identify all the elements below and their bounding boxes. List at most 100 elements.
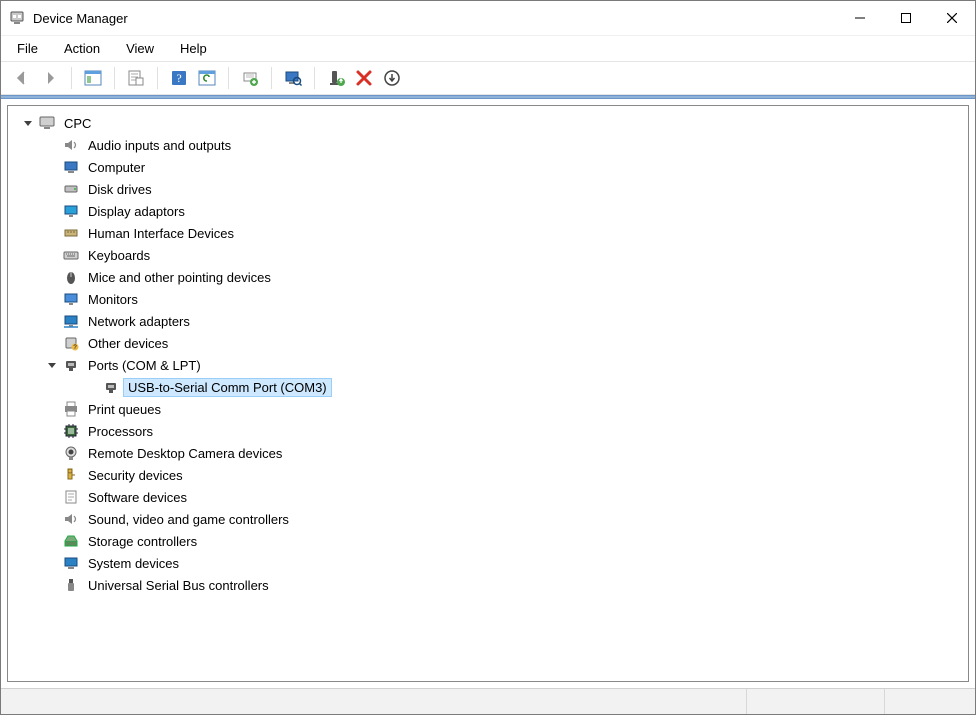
tree-node-computer[interactable]: Computer: [8, 156, 968, 178]
toolbar-help-button[interactable]: ?: [166, 65, 192, 91]
tree-node-mice-and-other-pointing-devices[interactable]: Mice and other pointing devices: [8, 266, 968, 288]
tree-node-security-devices[interactable]: Security devices: [8, 464, 968, 486]
device-tree: CPC Audio inputs and outputs Computer Disk …: [8, 112, 968, 596]
tree-node-processors[interactable]: Processors: [8, 420, 968, 442]
desktop-icon: [62, 158, 80, 176]
menu-file[interactable]: File: [7, 36, 48, 61]
tree-node-audio-inputs-and-outputs[interactable]: Audio inputs and outputs: [8, 134, 968, 156]
tree-node-universal-serial-bus-controllers[interactable]: Universal Serial Bus controllers: [8, 574, 968, 596]
display-icon: [62, 202, 80, 220]
toolbar-enable-button[interactable]: [323, 65, 349, 91]
camera-icon: [62, 444, 80, 462]
menu-view[interactable]: View: [116, 36, 164, 61]
port-icon: [62, 356, 80, 374]
tree-node-human-interface-devices[interactable]: Human Interface Devices: [8, 222, 968, 244]
tree-node-system-devices[interactable]: System devices: [8, 552, 968, 574]
toolbar-add-driver-button[interactable]: [379, 65, 405, 91]
port-icon: [102, 378, 120, 396]
mouse-icon: [62, 268, 80, 286]
tree-node-label: Software devices: [84, 489, 191, 506]
minimize-button[interactable]: [837, 1, 883, 35]
usb-icon: [62, 576, 80, 594]
tree-node-storage-controllers[interactable]: Storage controllers: [8, 530, 968, 552]
title-bar: Device Manager: [1, 1, 975, 35]
keyboard-icon: [62, 246, 80, 264]
tree-node-sound-video-and-game-controllers[interactable]: Sound, video and game controllers: [8, 508, 968, 530]
menu-bar: File Action View Help: [1, 35, 975, 61]
close-button[interactable]: [929, 1, 975, 35]
network-icon: [62, 312, 80, 330]
toolbar-back-button: [9, 65, 35, 91]
device-tree-pane[interactable]: CPC Audio inputs and outputs Computer Disk …: [7, 105, 969, 682]
tree-node-print-queues[interactable]: Print queues: [8, 398, 968, 420]
tree-node-monitors[interactable]: Monitors: [8, 288, 968, 310]
menu-help[interactable]: Help: [170, 36, 217, 61]
tree-node-label: Keyboards: [84, 247, 154, 264]
toolbar: ?: [1, 61, 975, 95]
maximize-button[interactable]: [883, 1, 929, 35]
tree-node-label: Disk drives: [84, 181, 156, 198]
toolbar-update-driver-button[interactable]: [237, 65, 263, 91]
client-area: CPC Audio inputs and outputs Computer Disk …: [1, 99, 975, 688]
printer-icon: [62, 400, 80, 418]
tree-node-label: Processors: [84, 423, 157, 440]
menu-action[interactable]: Action: [54, 36, 110, 61]
tree-node-label: USB-to-Serial Comm Port (COM3): [124, 379, 331, 396]
status-cell-2: [747, 689, 885, 714]
tree-node-label: Storage controllers: [84, 533, 201, 550]
toolbar-uninstall-button[interactable]: [351, 65, 377, 91]
tree-node-label: Print queues: [84, 401, 165, 418]
toolbar-show-tree-button[interactable]: [80, 65, 106, 91]
other-icon: ?: [62, 334, 80, 352]
security-icon: [62, 466, 80, 484]
hid-icon: [62, 224, 80, 242]
tree-node-label: Mice and other pointing devices: [84, 269, 275, 286]
window-title: Device Manager: [33, 11, 128, 26]
software-icon: [62, 488, 80, 506]
tree-node-label: Remote Desktop Camera devices: [84, 445, 286, 462]
monitor-icon: [62, 290, 80, 308]
device-manager-window: Device Manager File Action View Help: [0, 0, 976, 715]
tree-node-cpc[interactable]: CPC: [8, 112, 968, 134]
toolbar-properties-button[interactable]: [123, 65, 149, 91]
tree-node-label: Universal Serial Bus controllers: [84, 577, 273, 594]
tree-node-network-adapters[interactable]: Network adapters: [8, 310, 968, 332]
storage-icon: [62, 532, 80, 550]
speaker-icon: [62, 510, 80, 528]
expand-toggle[interactable]: [22, 117, 34, 129]
toolbar-forward-button: [37, 65, 63, 91]
tree-node-label: CPC: [60, 115, 95, 132]
status-main: [1, 689, 747, 714]
toolbar-refresh-button[interactable]: [194, 65, 220, 91]
tree-node-usb-to-serial-comm-port-com3[interactable]: USB-to-Serial Comm Port (COM3): [8, 376, 968, 398]
tree-node-label: Network adapters: [84, 313, 194, 330]
tree-node-label: Other devices: [84, 335, 172, 352]
app-icon: [9, 10, 25, 26]
speaker-icon: [62, 136, 80, 154]
tree-node-label: Sound, video and game controllers: [84, 511, 293, 528]
tree-node-label: Security devices: [84, 467, 187, 484]
tree-node-label: Computer: [84, 159, 149, 176]
tree-node-label: Ports (COM & LPT): [84, 357, 205, 374]
system-icon: [62, 554, 80, 572]
cpu-icon: [62, 422, 80, 440]
tree-node-ports-com-lpt[interactable]: Ports (COM & LPT): [8, 354, 968, 376]
tree-node-display-adaptors[interactable]: Display adaptors: [8, 200, 968, 222]
tree-node-other-devices[interactable]: ?Other devices: [8, 332, 968, 354]
status-cell-3: [885, 689, 975, 714]
tree-node-software-devices[interactable]: Software devices: [8, 486, 968, 508]
tree-node-label: Human Interface Devices: [84, 225, 238, 242]
tree-node-label: Monitors: [84, 291, 142, 308]
tree-node-label: Audio inputs and outputs: [84, 137, 235, 154]
computer-icon: [38, 114, 56, 132]
tree-node-label: Display adaptors: [84, 203, 189, 220]
disk-icon: [62, 180, 80, 198]
tree-node-remote-desktop-camera-devices[interactable]: Remote Desktop Camera devices: [8, 442, 968, 464]
svg-text:?: ?: [176, 71, 181, 85]
tree-node-label: System devices: [84, 555, 183, 572]
expand-toggle[interactable]: [46, 359, 58, 371]
status-bar: [1, 688, 975, 714]
tree-node-disk-drives[interactable]: Disk drives: [8, 178, 968, 200]
toolbar-scan-button[interactable]: [280, 65, 306, 91]
tree-node-keyboards[interactable]: Keyboards: [8, 244, 968, 266]
